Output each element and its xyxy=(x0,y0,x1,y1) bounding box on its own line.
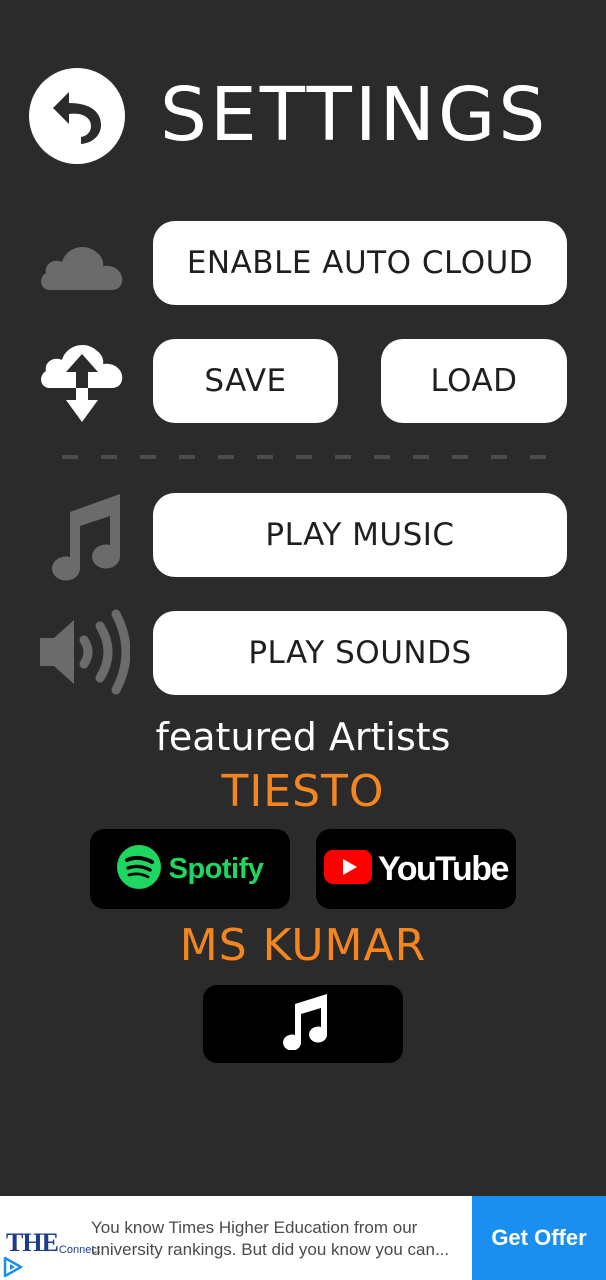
back-arrow-icon xyxy=(45,82,109,150)
cloud-upload-download-icon xyxy=(36,338,128,426)
ad-text: You know Times Higher Education from our… xyxy=(91,1218,450,1259)
play-sounds-button[interactable]: PLAY SOUNDS xyxy=(153,611,567,695)
youtube-icon xyxy=(324,850,373,888)
ad-logo-main: THE xyxy=(6,1228,59,1257)
cloud-icon xyxy=(36,234,128,294)
ad-choices-icon[interactable] xyxy=(0,1254,26,1280)
featured-artists-heading: featured Artists xyxy=(155,715,451,759)
music-note-icon xyxy=(277,994,329,1054)
spotify-label: Spotify xyxy=(168,852,264,885)
play-music-button[interactable]: PLAY MUSIC xyxy=(153,493,567,577)
save-button[interactable]: SAVE xyxy=(153,339,338,423)
ad-logo: THE Connect xyxy=(6,1221,100,1257)
enable-auto-cloud-button[interactable]: ENABLE AUTO CLOUD xyxy=(153,221,567,305)
spotify-link-button[interactable]: Spotify xyxy=(90,829,290,909)
load-button[interactable]: LOAD xyxy=(381,339,567,423)
speaker-icon xyxy=(36,606,130,698)
section-divider xyxy=(62,455,552,459)
youtube-label: YouTube xyxy=(378,849,509,888)
youtube-link-button[interactable]: YouTube xyxy=(316,829,516,909)
spotify-icon xyxy=(116,845,161,893)
settings-screen: SETTINGS ENABLE AUTO CLOUD SAVE LOAD PLA… xyxy=(0,0,606,1280)
ms-kumar-music-link-button[interactable] xyxy=(203,985,403,1063)
page-title: SETTINGS xyxy=(160,72,549,158)
get-offer-button[interactable]: Get Offer xyxy=(472,1196,606,1280)
music-note-icon xyxy=(40,490,124,582)
artist-name-tiesto: TIESTO xyxy=(221,766,385,817)
artist-name-ms-kumar: MS KUMAR xyxy=(179,920,427,971)
back-button[interactable] xyxy=(29,68,125,164)
